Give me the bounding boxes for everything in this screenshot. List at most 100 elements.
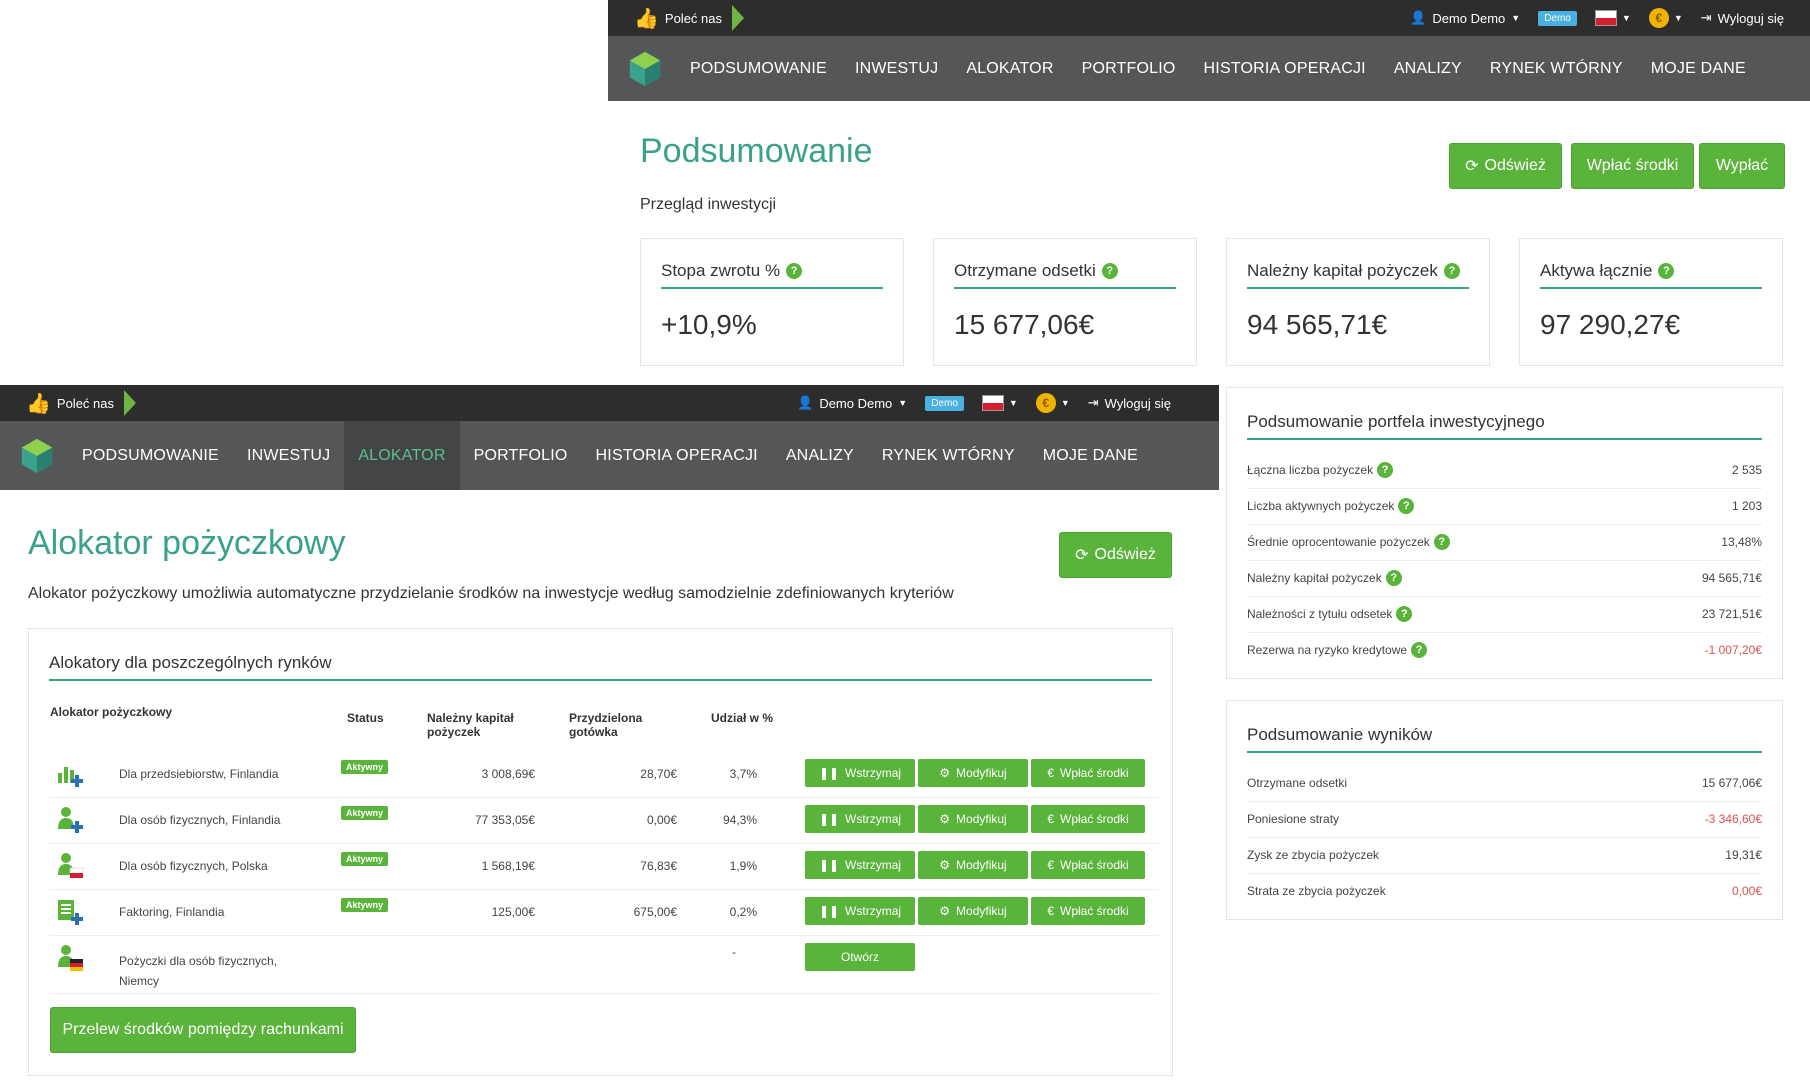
open-button[interactable]: Otwórz	[805, 943, 915, 971]
currency-menu[interactable]: € ▼	[1035, 393, 1070, 413]
share-value: -	[732, 945, 736, 959]
nav-inwestuj[interactable]: INWESTUJ	[233, 421, 344, 490]
nav-historia[interactable]: HISTORIA OPERACJI	[582, 421, 772, 490]
logout-link[interactable]: ⇥ Wyloguj się	[1701, 10, 1784, 26]
help-icon[interactable]: ?	[1385, 570, 1402, 586]
nav-alokator[interactable]: ALOKATOR	[952, 36, 1067, 101]
help-icon[interactable]: ?	[1411, 642, 1428, 658]
currency-menu[interactable]: € ▼	[1648, 8, 1683, 28]
euro-icon: €	[1047, 858, 1054, 872]
results-summary-title: Podsumowanie wyników	[1247, 725, 1762, 753]
pause-button[interactable]: ❚❚ Wstrzymaj	[805, 805, 915, 833]
stat-label: Aktywa łącznie	[1540, 261, 1653, 280]
allocator-row: Dla osób fizycznych, Finlandia Aktywny 7…	[49, 797, 1159, 844]
nav-podsumowanie[interactable]: PODSUMOWANIE	[676, 36, 841, 101]
help-icon[interactable]: ?	[1396, 606, 1413, 622]
allocator-panel: Alokatory dla poszczególnych rynków Alok…	[28, 628, 1173, 1076]
language-menu[interactable]: ▼	[1594, 10, 1631, 26]
person-poland-icon	[58, 853, 84, 878]
modify-button[interactable]: ⚙ Modyfikuj	[918, 851, 1028, 879]
nav-portfolio[interactable]: PORTFOLIO	[460, 421, 582, 490]
modify-button[interactable]: ⚙ Modyfikuj	[918, 759, 1028, 787]
row-deposit-button[interactable]: € Wpłać środki	[1031, 851, 1145, 879]
demo-badge: Demo	[925, 395, 964, 411]
refresh-button-summary[interactable]: ⟳ Odśwież	[1449, 143, 1562, 189]
stat-card-header: Należny kapitał pożyczek?	[1247, 261, 1469, 289]
help-icon[interactable]: ?	[1377, 462, 1394, 478]
help-icon[interactable]: ?	[1101, 263, 1118, 279]
refresh-label: Odśwież	[1094, 546, 1156, 563]
allocator-name-line-1: Pożyczki dla osób fizycznych,	[119, 954, 278, 968]
nav-rynek[interactable]: RYNEK WTÓRNY	[1476, 36, 1637, 101]
thumbs-up-icon: 👍	[26, 392, 51, 415]
row-deposit-button[interactable]: € Wpłać środki	[1031, 759, 1145, 787]
recommend-link[interactable]: 👍 Poleć nas	[26, 390, 136, 416]
user-name: Demo Demo	[1432, 10, 1506, 26]
row-value: 1 203	[1731, 499, 1762, 513]
chevron-down-icon: ▼	[1621, 13, 1631, 23]
nav-alokator[interactable]: ALOKATOR	[344, 421, 460, 490]
user-menu[interactable]: 👤 Demo Demo ▼	[1410, 10, 1520, 26]
share-value: 94,3%	[722, 813, 757, 827]
col-header-cash: Przydzielona gotówka	[569, 711, 642, 739]
nav-moje-dane[interactable]: MOJE DANE	[1029, 421, 1152, 490]
row-value: 94 565,71€	[1701, 571, 1762, 585]
recommend-link[interactable]: 👍 Poleć nas	[634, 5, 744, 31]
summary-row: Rezerwa na ryzyko kredytowe? -1 007,20€	[1247, 632, 1762, 668]
transfer-button[interactable]: Przelew środków pomiędzy rachunkami	[50, 1007, 356, 1053]
nav-analizy[interactable]: ANALIZY	[772, 421, 868, 490]
summary-row: Strata ze zbycia pożyczek 0,00€	[1247, 873, 1762, 909]
share-value: 3,7%	[729, 767, 757, 781]
nav-portfolio[interactable]: PORTFOLIO	[1068, 36, 1190, 101]
withdraw-button[interactable]: Wypłać	[1699, 143, 1785, 189]
stat-label: Otrzymane odsetki	[954, 261, 1096, 280]
arrow-icon	[124, 390, 136, 416]
row-label: Rezerwa na ryzyko kredytowe	[1247, 643, 1408, 657]
gear-icon: ⚙	[939, 812, 951, 826]
deposit-button[interactable]: Wpłać środki	[1571, 143, 1694, 189]
language-menu[interactable]: ▼	[981, 395, 1018, 411]
nav-rynek[interactable]: RYNEK WTÓRNY	[868, 421, 1029, 490]
pause-button[interactable]: ❚❚ Wstrzymaj	[805, 851, 915, 879]
gear-icon: ⚙	[939, 904, 951, 918]
help-icon[interactable]: ?	[786, 263, 803, 279]
help-icon[interactable]: ?	[1658, 263, 1675, 279]
nav-podsumowanie[interactable]: PODSUMOWANIE	[68, 421, 233, 490]
user-menu[interactable]: 👤 Demo Demo ▼	[797, 395, 907, 411]
nav-inwestuj[interactable]: INWESTUJ	[841, 36, 952, 101]
allocator-page-title: Alokator pożyczkowy	[28, 524, 346, 562]
refresh-button-allocator[interactable]: ⟳ Odśwież	[1059, 532, 1172, 578]
summary-row: Należności z tytułu odsetek? 23 721,51€	[1247, 596, 1762, 633]
logout-label: Wyloguj się	[1717, 10, 1784, 26]
pause-button[interactable]: ❚❚ Wstrzymaj	[805, 897, 915, 925]
modify-button[interactable]: ⚙ Modyfikuj	[918, 897, 1028, 925]
modify-label: Modyfikuj	[956, 904, 1007, 918]
recommend-label: Poleć nas	[56, 395, 114, 411]
help-icon[interactable]: ?	[1398, 498, 1415, 514]
nav-analizy[interactable]: ANALIZY	[1380, 36, 1476, 101]
allocator-name: Dla osób fizycznych, Polska	[119, 859, 268, 873]
allocator-name-line-2: Niemcy	[119, 974, 160, 988]
col-header-capital: Należny kapitał pożyczek	[427, 711, 514, 739]
status-badge: Aktywny	[341, 852, 389, 866]
logout-link[interactable]: ⇥ Wyloguj się	[1088, 395, 1171, 411]
modify-button[interactable]: ⚙ Modyfikuj	[918, 805, 1028, 833]
top-bar-front: 👍 Poleć nas 👤 Demo Demo ▼ Demo ▼ € ▼ ⇥ W…	[0, 385, 1219, 421]
pause-button[interactable]: ❚❚ Wstrzymaj	[805, 759, 915, 787]
nav-historia[interactable]: HISTORIA OPERACJI	[1190, 36, 1380, 101]
allocator-row: Faktoring, Finlandia Aktywny 125,00€ 675…	[49, 889, 1159, 936]
help-icon[interactable]: ?	[1443, 263, 1460, 279]
row-deposit-button[interactable]: € Wpłać środki	[1031, 897, 1145, 925]
row-label: Średnie oprocentowanie pożyczek	[1247, 535, 1430, 549]
help-icon[interactable]: ?	[1433, 534, 1450, 550]
stat-label: Należny kapitał pożyczek	[1247, 261, 1438, 280]
row-deposit-button[interactable]: € Wpłać środki	[1031, 805, 1145, 833]
top-bar-back: 👍 Poleć nas 👤 Demo Demo ▼ Demo ▼ € ▼ ⇥ W…	[608, 0, 1810, 36]
person-finland-icon	[58, 807, 83, 833]
nav-moje-dane[interactable]: MOJE DANE	[1637, 36, 1760, 101]
summary-row: Średnie oprocentowanie pożyczek? 13,48%	[1247, 524, 1762, 561]
pause-icon: ❚❚	[818, 812, 840, 826]
share-value: 1,9%	[729, 859, 757, 873]
row-value: -1 007,20€	[1704, 643, 1762, 657]
capital-value: 3 008,69€	[481, 767, 535, 781]
